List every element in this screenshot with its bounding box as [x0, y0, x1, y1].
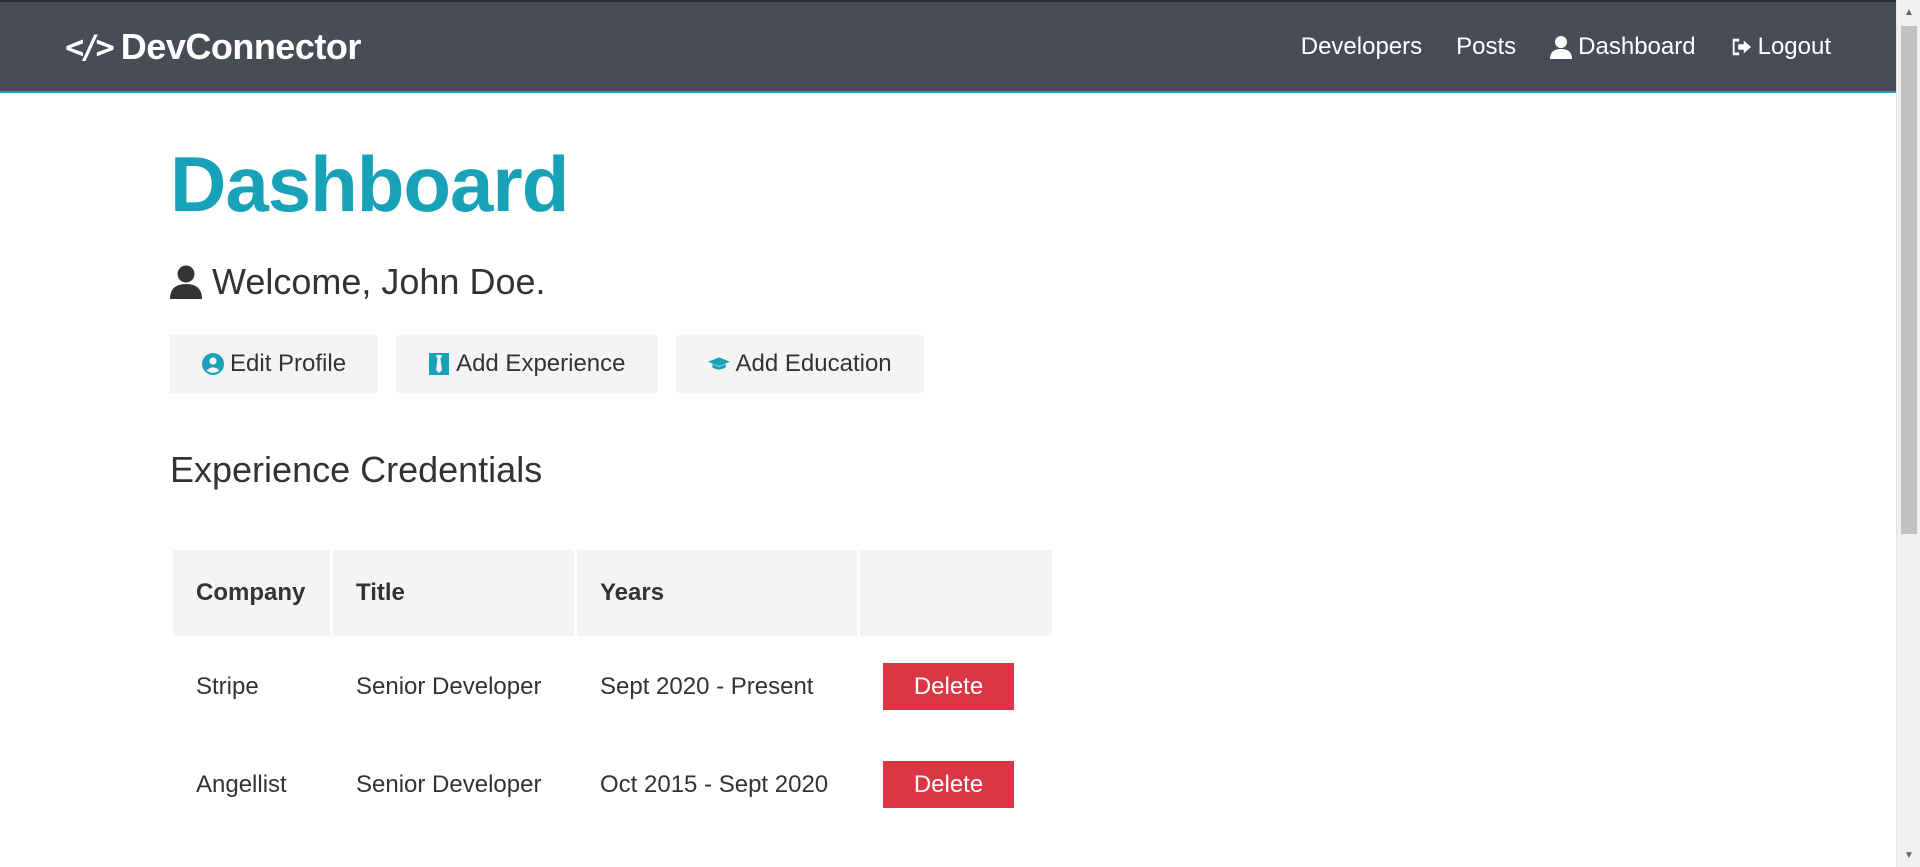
- header-actions: [860, 550, 1052, 636]
- welcome-text: Welcome, John Doe.: [212, 261, 546, 302]
- code-icon: </>: [65, 27, 115, 66]
- cell-years: Sept 2020 - Present: [600, 672, 814, 700]
- nav-link-logout[interactable]: Logout: [1730, 33, 1831, 61]
- button-label: Add Education: [735, 350, 892, 377]
- cell-years: Oct 2015 - Sept 2020: [600, 770, 829, 798]
- main-container: Dashboard Welcome, John Doe. Edit Profil…: [170, 93, 1670, 835]
- button-label: Add Experience: [456, 350, 626, 377]
- nav-link-developers[interactable]: Developers: [1301, 33, 1422, 61]
- header-title: Title: [333, 550, 574, 636]
- vertical-scrollbar[interactable]: ▲ ▼: [1896, 0, 1920, 867]
- welcome-message: Welcome, John Doe.: [170, 261, 1670, 303]
- cell-title: Senior Developer: [356, 672, 542, 700]
- table-header-row: Company Title Years: [173, 550, 1052, 636]
- nav-link-label: Logout: [1757, 32, 1831, 60]
- cell-company: Stripe: [196, 672, 259, 700]
- navbar: </> DevConnector Developers Posts Dashbo…: [0, 0, 1896, 93]
- nav-link-dashboard[interactable]: Dashboard: [1550, 32, 1696, 61]
- brand-name: DevConnector: [120, 25, 362, 67]
- sign-out-icon: [1732, 38, 1751, 55]
- page-title: Dashboard: [170, 140, 569, 228]
- nav-link-label: Dashboard: [1578, 32, 1696, 60]
- nav-links: Developers Posts Dashboard Logout: [1301, 33, 1831, 61]
- edit-profile-button[interactable]: Edit Profile: [170, 335, 379, 393]
- cell-title: Senior Developer: [356, 770, 542, 798]
- nav-link-label: Developers: [1300, 32, 1423, 60]
- tie-icon: [429, 353, 450, 375]
- user-icon: [170, 265, 202, 299]
- cell-action: Delete: [860, 639, 1052, 734]
- brand-link[interactable]: </> DevConnector: [65, 26, 361, 68]
- add-experience-button[interactable]: Add Experience: [396, 335, 658, 393]
- user-circle-icon: [202, 353, 224, 375]
- header-years: Years: [577, 550, 857, 636]
- graduation-cap-icon: [707, 357, 730, 370]
- nav-link-label: Posts: [1456, 32, 1517, 60]
- dashboard-actions: Edit Profile Add Experience Add Educatio…: [170, 335, 1670, 393]
- cell-action: Delete: [860, 737, 1052, 832]
- header-company: Company: [173, 550, 330, 636]
- delete-button[interactable]: Delete: [883, 761, 1014, 808]
- delete-button[interactable]: Delete: [883, 663, 1014, 710]
- experience-section-title: Experience Credentials: [170, 449, 543, 490]
- table-row: Stripe Senior Developer Sept 2020 - Pres…: [173, 639, 1052, 734]
- scroll-down-arrow-icon[interactable]: ▼: [1897, 845, 1920, 865]
- table-row: Angellist Senior Developer Oct 2015 - Se…: [173, 737, 1052, 832]
- experience-table: Company Title Years Stripe Senior Develo…: [170, 547, 1055, 835]
- button-label: Edit Profile: [230, 350, 347, 377]
- add-education-button[interactable]: Add Education: [675, 335, 924, 393]
- scroll-up-arrow-icon[interactable]: ▲: [1897, 2, 1920, 22]
- nav-link-posts[interactable]: Posts: [1456, 33, 1516, 61]
- cell-company: Angellist: [196, 770, 287, 798]
- user-icon: [1550, 35, 1573, 59]
- scrollbar-thumb[interactable]: [1901, 26, 1917, 534]
